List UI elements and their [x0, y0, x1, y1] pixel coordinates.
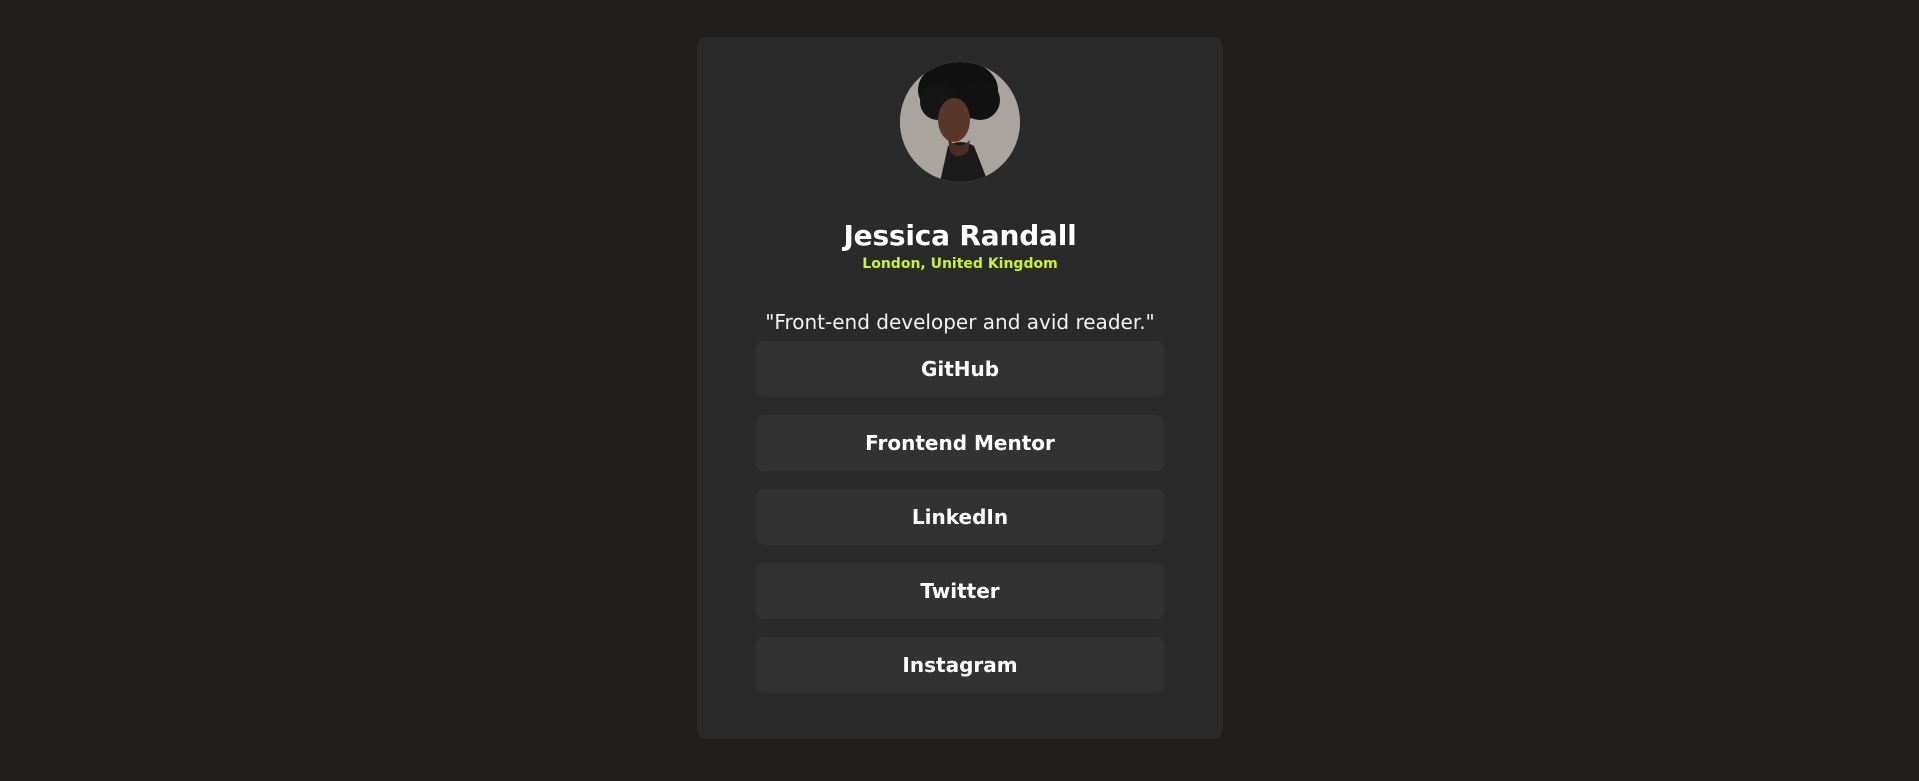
profile-card: Jessica Randall London, United Kingdom "…	[697, 37, 1223, 739]
profile-name: Jessica Randall	[843, 218, 1077, 252]
twitter-link-button[interactable]: Twitter	[756, 563, 1164, 619]
profile-location: London, United Kingdom	[862, 256, 1058, 272]
avatar	[900, 62, 1020, 182]
frontend-mentor-link-button[interactable]: Frontend Mentor	[756, 415, 1164, 471]
instagram-link-button[interactable]: Instagram	[756, 637, 1164, 693]
linkedin-link-button[interactable]: LinkedIn	[756, 489, 1164, 545]
social-links: GitHub Frontend Mentor LinkedIn Twitter …	[756, 341, 1164, 693]
github-link-button[interactable]: GitHub	[756, 341, 1164, 397]
profile-photo	[900, 62, 1020, 182]
profile-bio: "Front-end developer and avid reader."	[765, 310, 1155, 334]
